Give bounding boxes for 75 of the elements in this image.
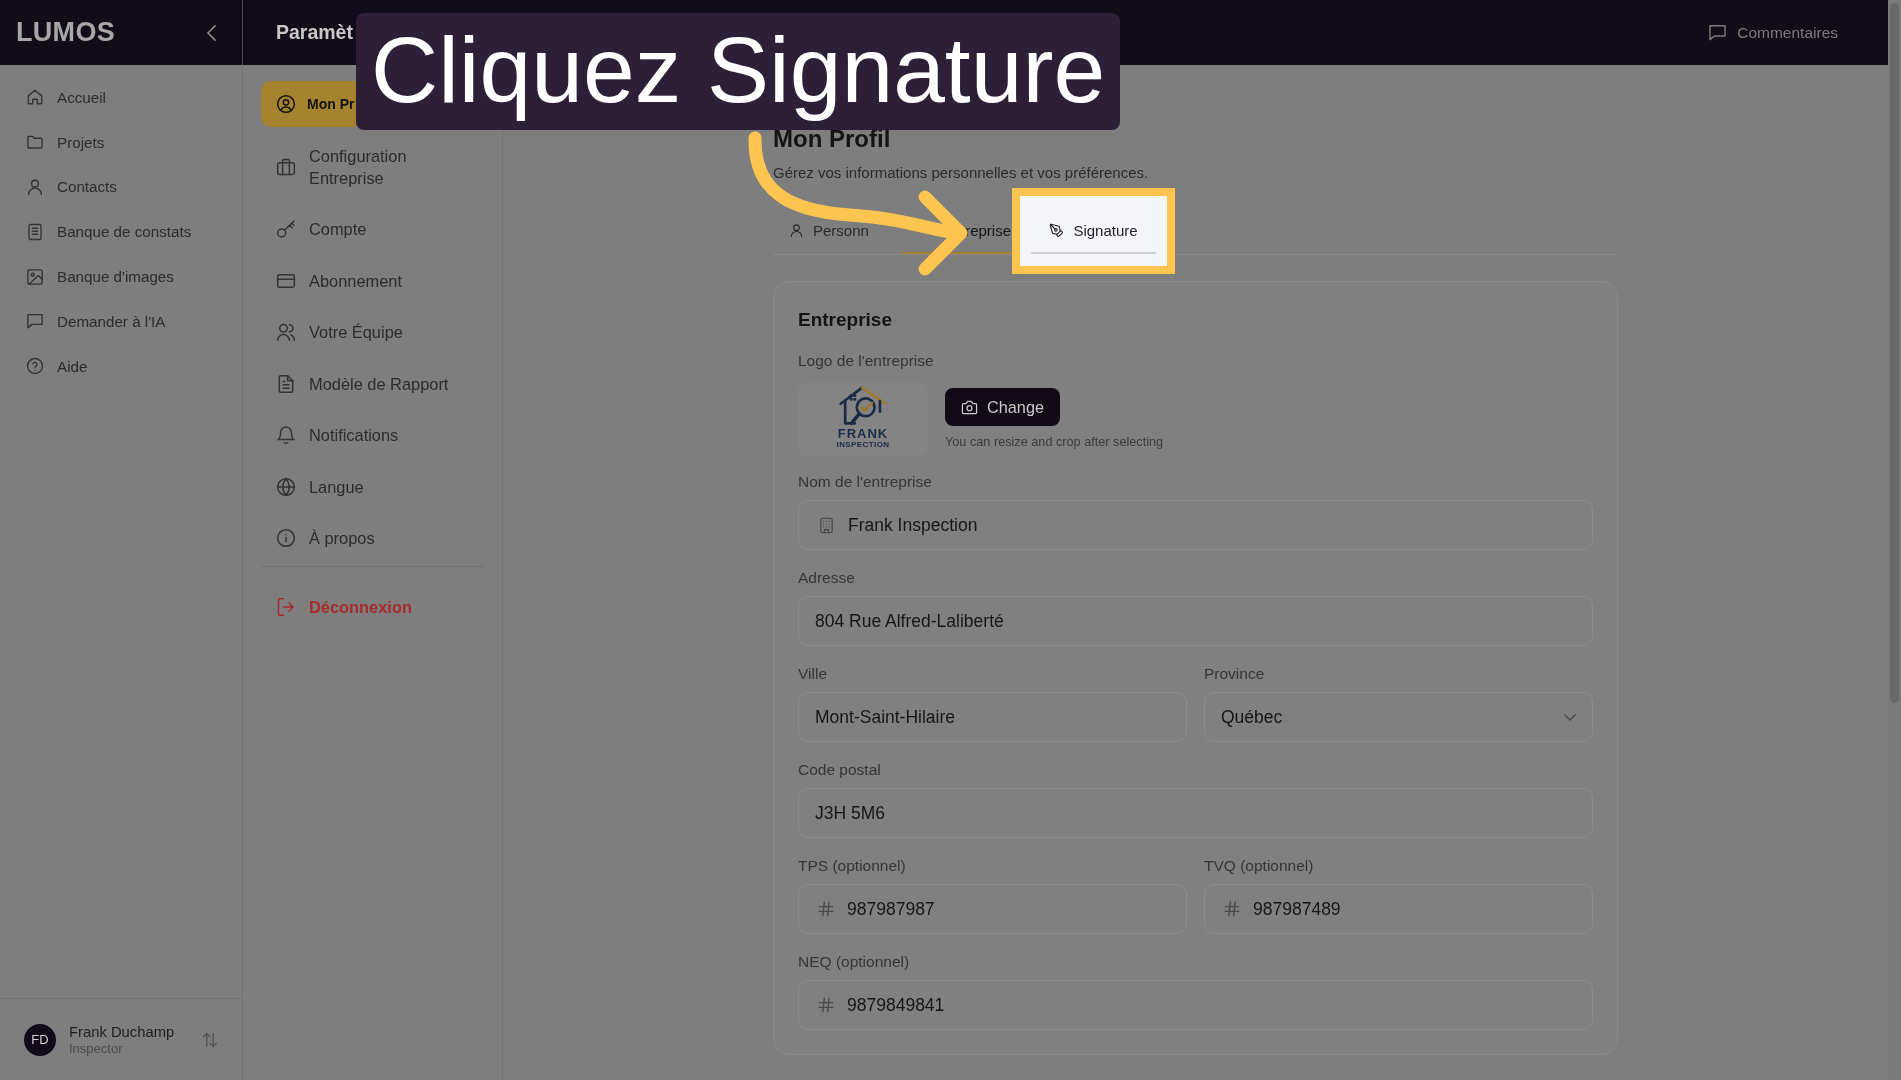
feedback-button[interactable]: Commentaires — [1708, 23, 1838, 42]
pen-nib-icon — [1049, 223, 1065, 238]
info-icon — [276, 528, 296, 548]
logo-tagline: INSPECTION — [836, 440, 890, 449]
field-label: Code postal — [798, 760, 882, 780]
home-icon — [26, 88, 44, 107]
settings-menu-item[interactable]: À propos — [261, 515, 485, 561]
text-input[interactable]: Frank Inspection — [798, 500, 1593, 550]
nav-item[interactable]: Projets — [0, 119, 234, 165]
chat-bubble-icon — [26, 312, 44, 331]
chat-bubble-icon — [1708, 23, 1728, 42]
field-label: TPS (optionnel) — [798, 856, 907, 876]
hash-icon — [1224, 901, 1240, 917]
globe-icon — [276, 476, 296, 497]
field-label: Adresse — [798, 568, 856, 588]
settings-menu-item[interactable]: Compte — [261, 206, 485, 252]
logo-wordmark: FRANK — [837, 427, 889, 440]
question-circle-icon — [26, 357, 44, 376]
settings-menu-item[interactable]: Mon Pr — [261, 81, 356, 127]
field-label: Logo de l'entreprise — [798, 351, 935, 371]
tab[interactable]: Personn — [773, 209, 902, 254]
nav-item[interactable]: Aide — [0, 343, 234, 389]
user-avatar: FD — [24, 1023, 56, 1056]
chevron-down-icon[interactable] — [1564, 713, 1576, 721]
camera-icon — [961, 398, 978, 416]
settings-menu-item[interactable]: Modèle de Rapport — [261, 360, 485, 407]
change-logo-button[interactable]: Change — [945, 388, 1061, 426]
image-icon — [26, 267, 44, 286]
notebook-icon — [26, 222, 44, 241]
document-icon — [276, 373, 296, 394]
settings-menu-item[interactable]: Abonnement — [261, 257, 485, 304]
hint-text: You can resize and crop after selecting — [945, 434, 1164, 450]
folder-icon — [26, 133, 44, 152]
settings-menu-item[interactable]: Configuration Entreprise — [261, 132, 485, 201]
instruction-tooltip: Cliquez Signature — [356, 13, 1121, 130]
number-input[interactable]: 987987987 — [798, 884, 1187, 934]
user-name: Frank Duchamp — [69, 1022, 175, 1041]
up-down-arrows-icon[interactable] — [202, 1031, 218, 1048]
briefcase-icon — [276, 156, 296, 177]
nav-item[interactable]: Demander à l'IA — [0, 299, 234, 344]
hash-icon — [818, 997, 834, 1013]
person-circle-icon — [276, 94, 296, 114]
text-input[interactable]: 804 Rue Alfred-Laliberté — [798, 596, 1593, 646]
field-label: NEQ (optionnel) — [798, 952, 911, 972]
key-icon — [276, 219, 296, 239]
bell-icon — [276, 425, 296, 445]
field-label: Province — [1204, 664, 1266, 684]
number-input[interactable]: 9879849841 — [798, 980, 1593, 1030]
nav-item[interactable]: Contacts — [0, 164, 234, 210]
field-label: Nom de l'entreprise — [798, 472, 933, 492]
settings-menu-item[interactable]: Langue — [261, 463, 485, 510]
dropdown-select[interactable]: Québec — [1204, 692, 1593, 742]
hash-icon — [818, 901, 834, 917]
card-title: Entreprise — [798, 308, 893, 332]
text-input[interactable]: J3H 5M6 — [798, 788, 1593, 838]
person-icon — [789, 223, 804, 238]
page-heading: Paramèt — [276, 21, 353, 44]
settings-menu-item[interactable]: Votre Équipe — [261, 309, 485, 355]
person-icon — [26, 178, 44, 196]
number-input[interactable]: 987987489 — [1204, 884, 1593, 934]
tab[interactable]: Signature — [1031, 209, 1156, 254]
page-subtitle: Gérez vos informations personnelles et vos préférences. — [773, 163, 1150, 183]
field-label: TVQ (optionnel) — [1204, 856, 1315, 876]
settings-menu-item[interactable]: Notifications — [261, 412, 485, 458]
text-input[interactable]: Mont-Saint-Hilaire — [798, 692, 1187, 742]
app-logo: LUMOS — [16, 17, 115, 48]
field-label: Ville — [798, 664, 828, 684]
people-icon — [276, 322, 296, 342]
nav-item[interactable]: Accueil — [0, 75, 234, 120]
nav-item[interactable]: Banque d'images — [0, 254, 234, 299]
house-magnifier-logo — [838, 385, 888, 426]
building-icon — [818, 516, 835, 534]
exit-arrow-icon — [276, 597, 296, 617]
chevron-left-icon[interactable] — [207, 24, 216, 41]
nav-item[interactable]: Banque de constats — [0, 209, 234, 255]
